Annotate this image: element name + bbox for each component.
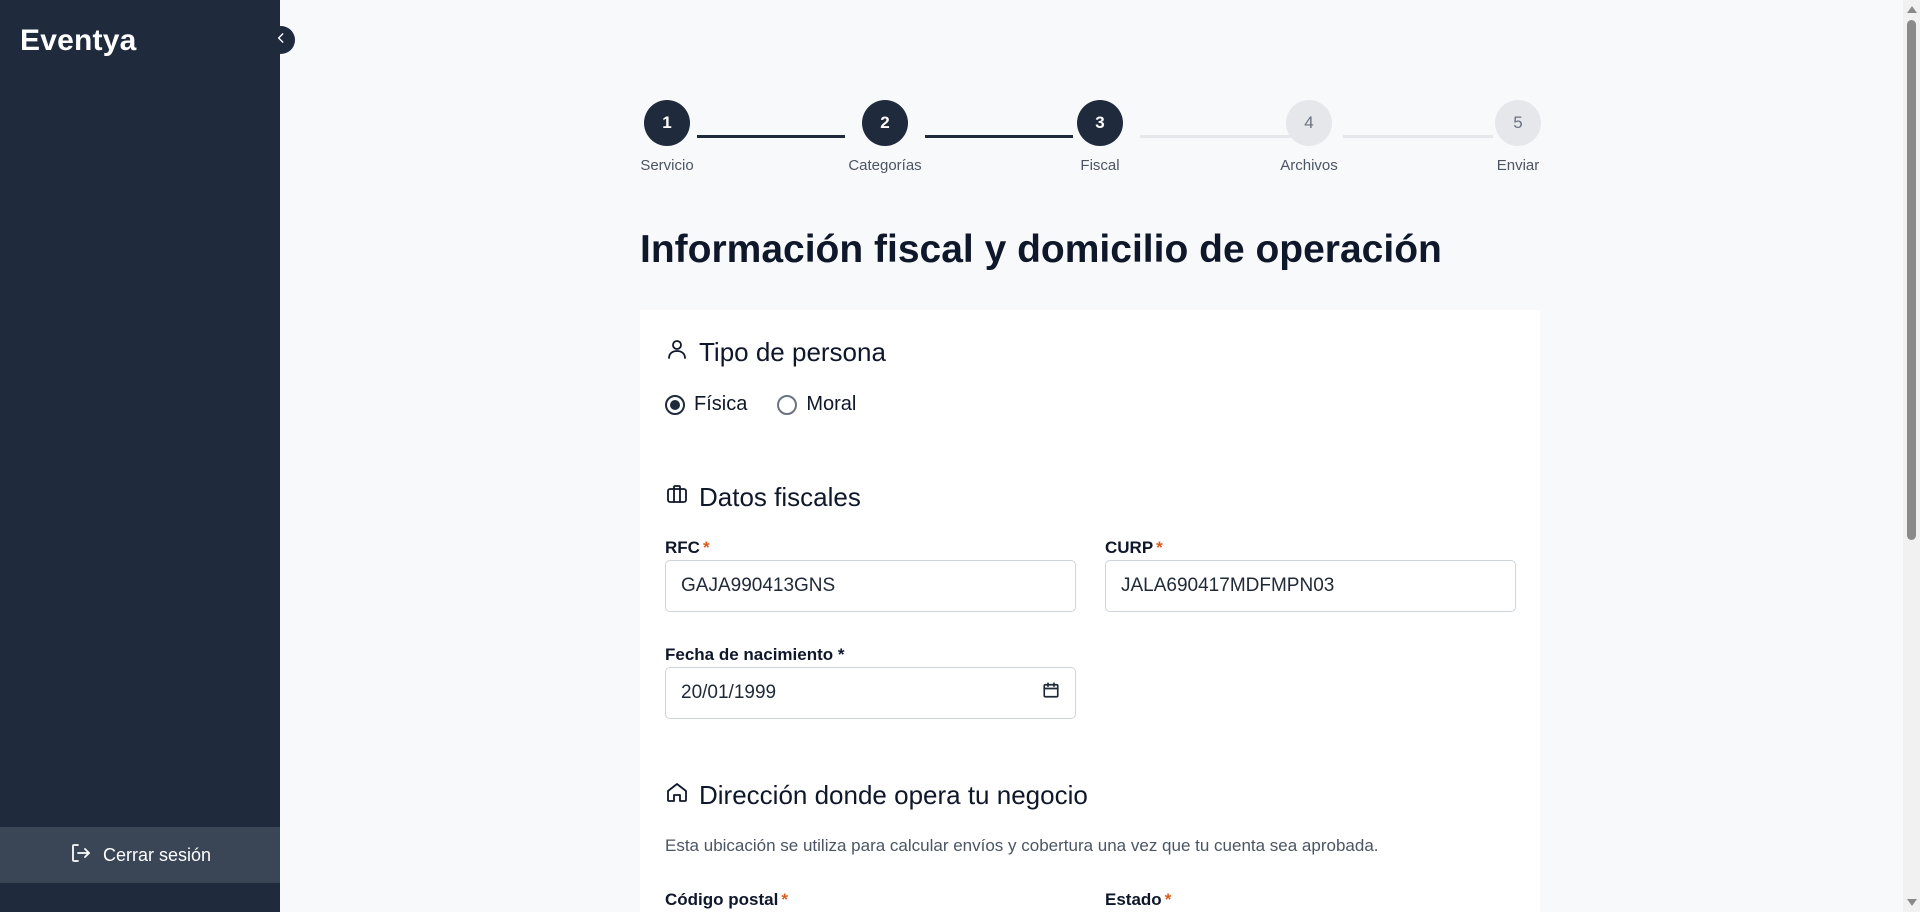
logout-button[interactable]: Cerrar sesión [0,827,280,883]
step-3-label: Fiscal [1080,157,1120,174]
section-direccion: Dirección donde opera tu negocio [665,780,1088,811]
required-mark: * [1164,890,1172,909]
direccion-helper-text: Esta ubicación se utiliza para calcular … [665,836,1379,855]
logout-label: Cerrar sesión [102,844,212,865]
radio-moral[interactable]: Moral [777,393,856,416]
section-title: Dirección donde opera tu negocio [699,780,1088,810]
briefcase-icon [665,482,689,513]
radio-label: Física [694,393,748,415]
radio-fisica[interactable]: Física [665,393,747,416]
page-title: Información fiscal y domicilio de operac… [640,228,1442,271]
brand-logo[interactable]: Eventya [20,24,136,58]
section-tipo-persona: Tipo de persona [665,337,886,368]
step-connector [1140,135,1310,138]
scroll-up-icon[interactable] [1907,6,1917,13]
calendar-icon[interactable] [1042,681,1060,705]
step-connector [697,135,845,138]
step-2-circle[interactable]: 2 [862,100,908,146]
curp-input[interactable]: JALA690417MDFMPN03 [1105,560,1516,612]
radio-button[interactable] [777,394,798,415]
rfc-label-text: RFC [665,538,700,557]
step-connector [1343,135,1493,138]
step-1-circle[interactable]: 1 [644,100,690,146]
step-connector [925,135,1073,138]
form-card: Tipo de persona Física Moral Datos fisca… [640,310,1540,912]
step-3-circle[interactable]: 3 [1077,100,1123,146]
persona-radio-group: Física Moral [665,393,856,416]
step-4-circle[interactable]: 4 [1286,100,1332,146]
section-datos-fiscales: Datos fiscales [665,482,861,513]
step-4-label: Archivos [1280,157,1338,174]
step-5-label: Enviar [1496,157,1540,174]
user-icon [665,337,689,368]
home-icon [665,780,689,811]
required-mark: * [781,890,788,909]
fecha-label: Fecha de nacimiento * [665,645,845,664]
chevron-left-icon [274,31,288,50]
logout-icon [69,841,93,870]
required-mark: * [702,538,710,557]
step-2-label: Categorías [848,157,922,174]
scroll-down-icon[interactable] [1907,899,1917,906]
page-scrollbar[interactable] [1903,0,1920,912]
rfc-input[interactable]: GAJA990413GNS [665,560,1076,612]
sidebar: Eventya Cerrar sesión [0,0,280,912]
curp-label: CURP * [1105,538,1163,558]
section-title: Tipo de persona [699,337,886,367]
step-1-label: Servicio [640,157,694,174]
birthdate-value: 20/01/1999 [681,682,777,703]
birthdate-input[interactable]: 20/01/1999 [665,667,1076,719]
section-title: Datos fiscales [699,482,861,512]
rfc-value: GAJA990413GNS [681,575,836,596]
curp-value: JALA690417MDFMPN03 [1121,575,1335,596]
required-mark: * [1156,538,1163,557]
scroll-thumb[interactable] [1907,20,1916,540]
rfc-label: RFC * [665,538,710,558]
radio-label: Moral [806,393,857,415]
progress-stepper: 1 2 3 4 5 Servicio Categorías Fiscal Arc… [640,100,1541,180]
radio-button-checked[interactable] [665,394,685,415]
step-5-circle[interactable]: 5 [1495,100,1541,146]
estado-label: Estado * [1105,890,1171,910]
collapse-sidebar-button[interactable] [267,26,295,54]
curp-label-text: CURP [1105,538,1154,557]
cp-label: Código postal * [665,890,788,910]
estado-label-text: Estado [1105,890,1162,909]
cp-label-text: Código postal [665,890,779,909]
